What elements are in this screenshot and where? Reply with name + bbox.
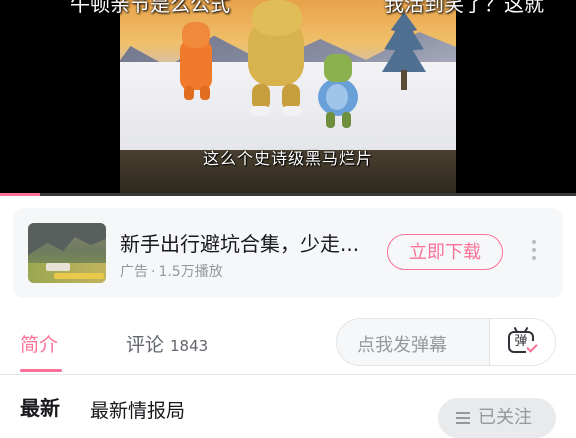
ad-plays: 1.5万播放 [158,264,223,280]
video-caption-right: 我活到笑了？这就 [384,0,544,16]
ad-card[interactable]: 新手出行避坑合集，少走... 广告 · 1.5万播放 立即下载 [13,208,563,298]
orange-character [176,22,216,102]
active-tab-indicator [20,369,62,372]
bear-character [238,0,318,120]
tab-bar: 简介 评论 1843 点我发弹幕 弹 [0,312,576,375]
tab-intro[interactable]: 简介 [20,330,58,357]
tab-comments[interactable]: 评论 1843 [126,330,208,357]
ad-title[interactable]: 新手出行避坑合集，少走... [120,228,359,257]
download-button[interactable]: 立即下载 [387,234,503,270]
danmaku-input-bar[interactable]: 点我发弹幕 弹 [336,318,556,366]
uploader-name[interactable]: 最新情报局 [90,396,185,423]
danmaku-toggle-icon: 弹 [508,326,538,355]
video-caption-left: 牛顿亲节是么公式 [70,0,230,16]
ad-separator: · [151,264,156,280]
video-subtitle: 这么个史诗级黑马烂片 [202,149,373,168]
more-vertical-icon[interactable] [527,240,541,264]
danmaku-toggle-button[interactable]: 弹 [490,319,555,365]
video-player[interactable]: 牛顿亲节是么公式 我活到笑了？这就 这么个史诗级黑马烂片 [0,0,576,196]
follow-label: 已关注 [478,407,532,428]
menu-icon [456,412,470,424]
ad-meta: 广告 · 1.5万播放 [120,261,223,281]
comments-count: 1843 [170,337,209,355]
ad-thumbnail[interactable] [28,223,106,283]
video-progress-bar[interactable] [0,193,576,196]
ad-label: 广告 [120,264,148,280]
blue-character [314,54,362,132]
tab-comments-label: 评论 [126,334,165,356]
follow-button[interactable]: 已关注 [438,398,556,438]
avatar[interactable]: 最新 [20,392,72,436]
danmaku-input[interactable]: 点我发弹幕 [357,331,447,357]
video-progress-fill [0,193,41,196]
